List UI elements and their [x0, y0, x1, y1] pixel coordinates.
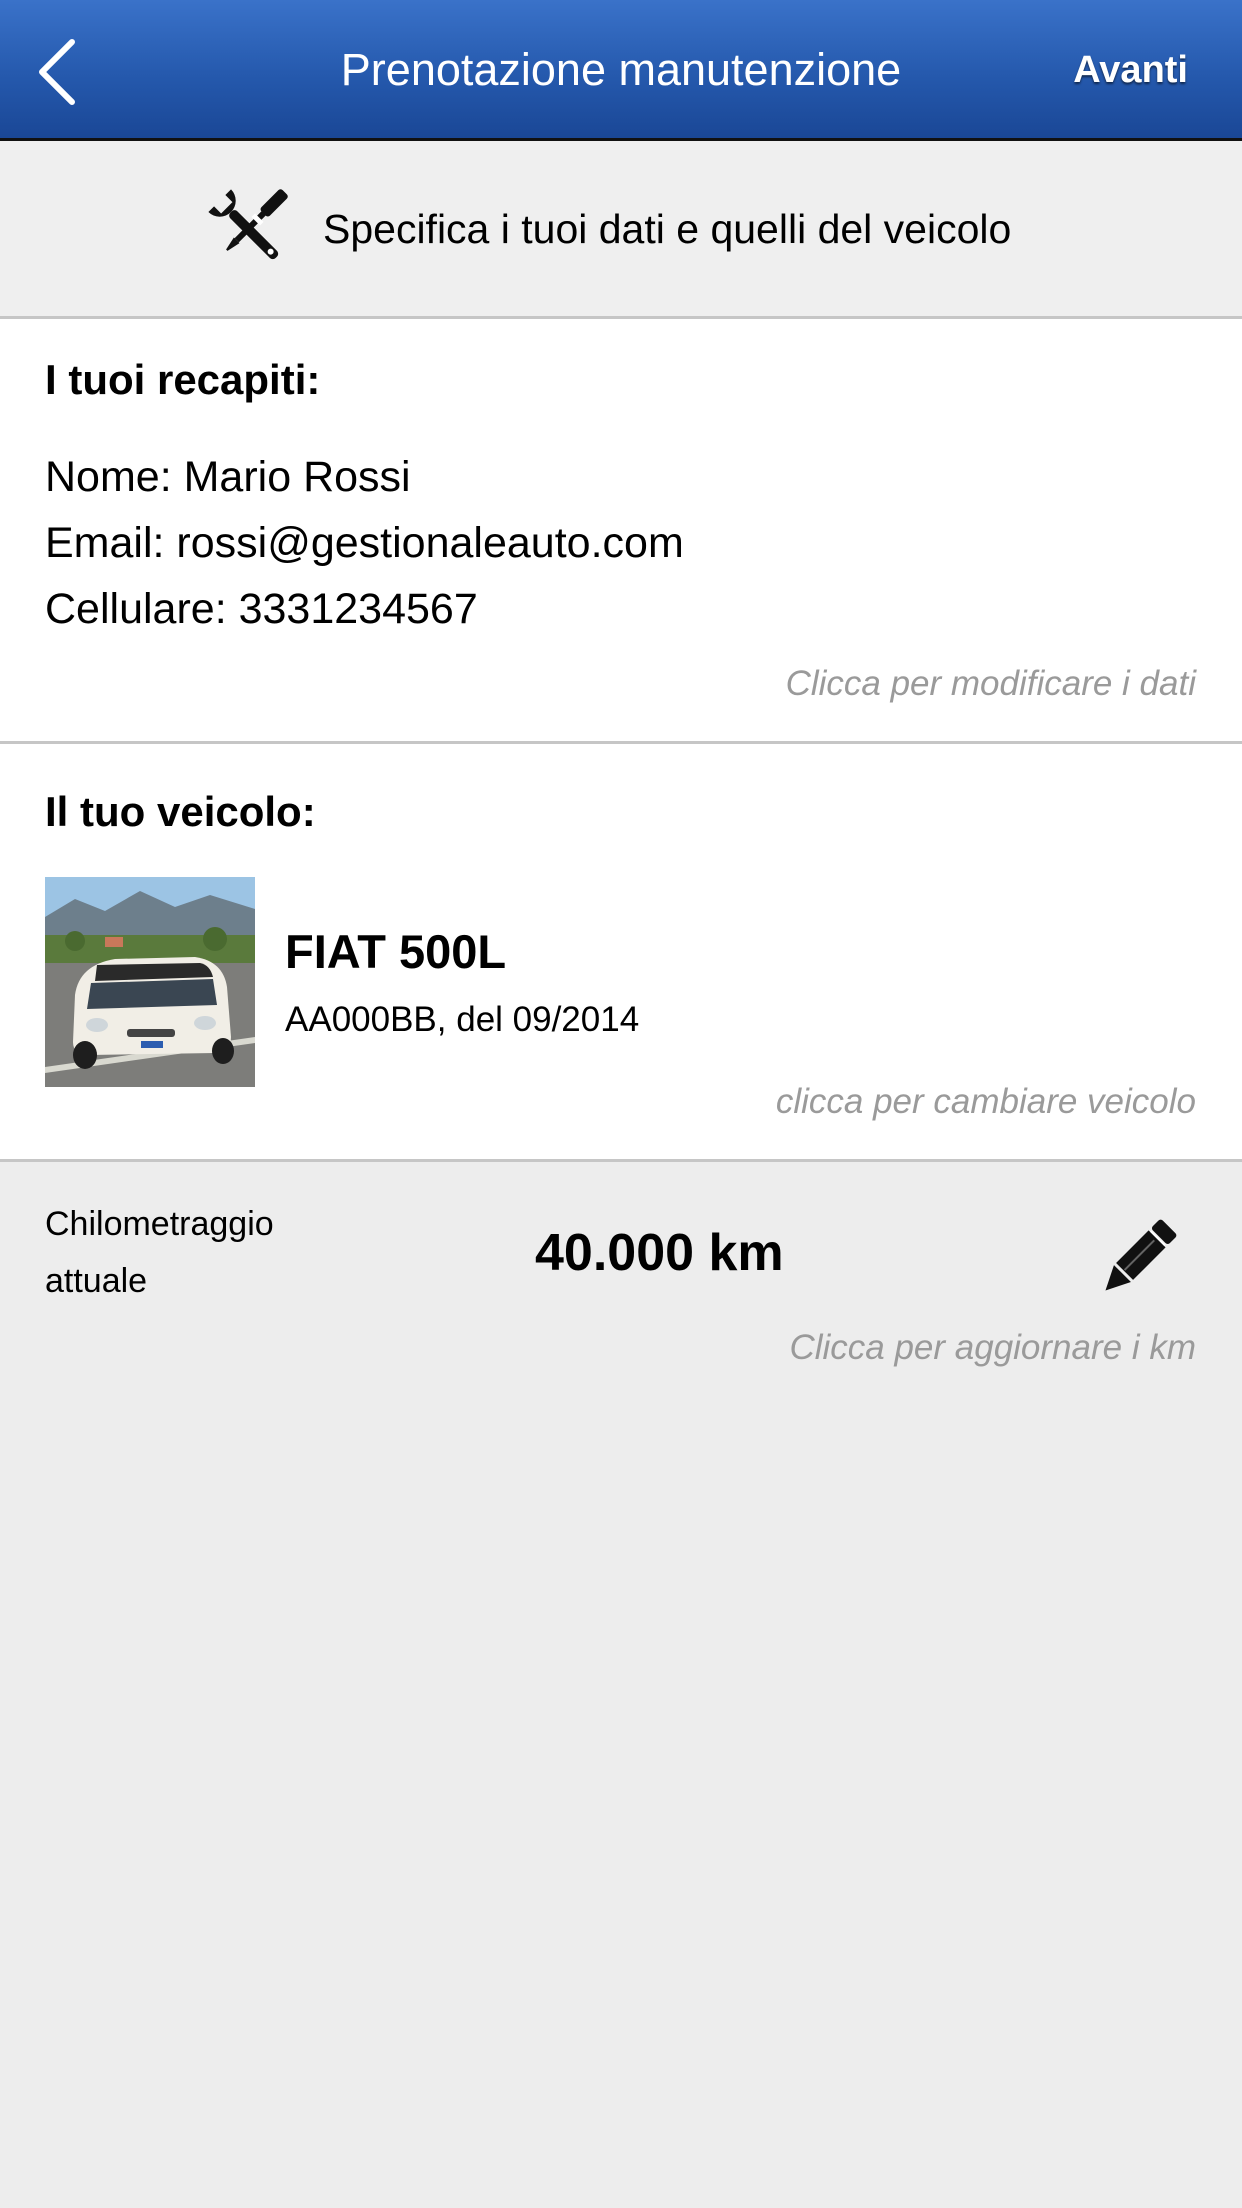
vehicle-card[interactable]: Il tuo veicolo: FIAT 500L AA000BB, del 0…	[0, 744, 1242, 1162]
mileage-value: 40.000 km	[535, 1224, 784, 1282]
page-title: Prenotazione manutenzione	[340, 44, 902, 95]
vehicle-model: FIAT 500L	[285, 925, 507, 978]
mileage-label: Chilometraggio attuale	[45, 1205, 274, 1300]
contact-email: Email: rossi@gestionaleauto.com	[45, 519, 684, 567]
vehicle-change-hint: clicca per cambiare veicolo	[775, 1082, 1196, 1121]
step-header: Specifica i tuoi dati e quelli del veico…	[0, 141, 1242, 319]
contact-phone: Cellulare: 3331234567	[45, 585, 478, 633]
mileage-section: Chilometraggio attuale 40.000 km Clicca …	[0, 1162, 1242, 1392]
contact-edit-hint: Clicca per modificare i dati	[785, 664, 1196, 703]
step-instruction: Specifica i tuoi dati e quelli del veico…	[323, 206, 1012, 252]
contact-title: I tuoi recapiti:	[45, 356, 321, 403]
contact-name: Nome: Mario Rossi	[45, 453, 411, 501]
vehicle-plate-date: AA000BB, del 09/2014	[285, 1000, 640, 1039]
screen: Prenotazione manutenzione Avanti Specifi…	[0, 0, 1242, 2208]
vehicle-photo	[45, 877, 255, 1087]
mileage-update-hint: Clicca per aggiornare i km	[789, 1328, 1196, 1367]
pencil-icon[interactable]	[1092, 1212, 1184, 1304]
contact-card[interactable]: I tuoi recapiti: Nome: Mario Rossi Email…	[0, 319, 1242, 744]
nav-bar: Prenotazione manutenzione Avanti	[0, 0, 1242, 141]
next-button[interactable]: Avanti	[1073, 42, 1188, 98]
tools-icon	[208, 189, 288, 260]
vehicle-title: Il tuo veicolo:	[45, 788, 316, 835]
